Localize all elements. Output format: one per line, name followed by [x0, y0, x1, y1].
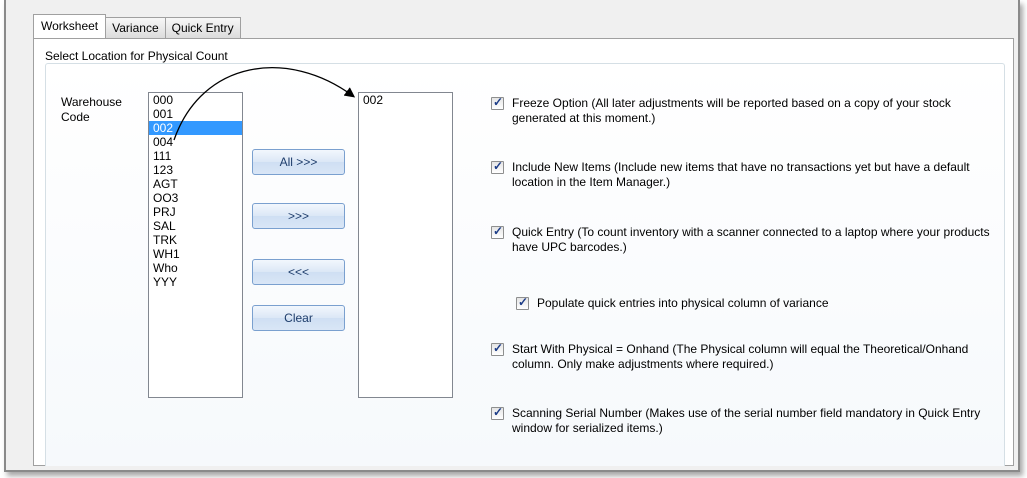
freeze-option[interactable]: ✓ Freeze Option (All later adjustments w…: [491, 95, 991, 126]
checkmark-icon: ✓: [493, 224, 504, 238]
list-item[interactable]: YYY: [149, 275, 242, 289]
include-new-items-option[interactable]: ✓ Include New Items (Include new items t…: [491, 159, 991, 190]
add-all-button[interactable]: All >>>: [252, 149, 345, 175]
source-location-list[interactable]: 000 001 002 004 111 123 AGT OO3 PRJ SAL TRK WH1 Who Y…: [148, 92, 243, 398]
list-item[interactable]: SAL: [149, 219, 242, 233]
list-item[interactable]: 000: [149, 93, 242, 107]
list-item[interactable]: 123: [149, 163, 242, 177]
selected-location-list[interactable]: 002: [358, 92, 453, 398]
list-item[interactable]: 002: [149, 121, 242, 135]
checkmark-icon: ✓: [493, 405, 504, 419]
list-item[interactable]: 002: [359, 93, 452, 107]
add-button[interactable]: >>>: [252, 203, 345, 229]
tab-variance[interactable]: Variance: [105, 17, 166, 38]
tab-strip: Worksheet Variance Quick Entry: [33, 14, 241, 38]
include-new-items-label: Include New Items (Include new items tha…: [512, 160, 970, 189]
remove-button[interactable]: <<<: [252, 259, 345, 285]
list-item[interactable]: OO3: [149, 191, 242, 205]
freeze-option-checkbox[interactable]: ✓: [491, 95, 504, 110]
clear-button[interactable]: Clear: [252, 305, 345, 331]
checkmark-icon: ✓: [493, 341, 504, 355]
list-item[interactable]: Who: [149, 261, 242, 275]
quick-entry-option[interactable]: ✓ Quick Entry (To count inventory with a…: [491, 224, 991, 255]
list-item[interactable]: WH1: [149, 247, 242, 261]
checkmark-icon: ✓: [493, 95, 504, 109]
list-item[interactable]: PRJ: [149, 205, 242, 219]
list-item[interactable]: 004: [149, 135, 242, 149]
tab-worksheet[interactable]: Worksheet: [33, 14, 107, 38]
group-title: Select Location for Physical Count: [45, 49, 228, 63]
freeze-option-label: Freeze Option (All later adjustments wil…: [512, 96, 951, 125]
quick-entry-label: Quick Entry (To count inventory with a s…: [512, 225, 990, 254]
populate-quick-entries-option[interactable]: ✓ Populate quick entries into physical c…: [516, 295, 1016, 311]
start-with-physical-checkbox[interactable]: ✓: [491, 341, 504, 356]
checkmark-icon: ✓: [518, 295, 529, 309]
include-new-items-checkbox[interactable]: ✓: [491, 159, 504, 174]
scanning-serial-number-option[interactable]: ✓ Scanning Serial Number (Makes use of t…: [491, 405, 991, 436]
start-with-physical-label: Start With Physical = Onhand (The Physic…: [512, 342, 969, 371]
scanning-serial-number-label: Scanning Serial Number (Makes use of the…: [512, 406, 981, 435]
worksheet-panel: Select Location for Physical Count Wareh…: [33, 38, 1014, 466]
checkmark-icon: ✓: [493, 159, 504, 173]
start-with-physical-option[interactable]: ✓ Start With Physical = Onhand (The Phys…: [491, 341, 991, 372]
warehouse-code-label: Warehouse Code: [61, 95, 122, 124]
populate-quick-entries-checkbox[interactable]: ✓: [516, 295, 529, 310]
quick-entry-checkbox[interactable]: ✓: [491, 224, 504, 239]
main-window: Worksheet Variance Quick Entry Select Lo…: [4, 0, 1020, 472]
list-item[interactable]: TRK: [149, 233, 242, 247]
list-item[interactable]: AGT: [149, 177, 242, 191]
list-item[interactable]: 001: [149, 107, 242, 121]
list-item[interactable]: 111: [149, 149, 242, 163]
populate-quick-entries-label: Populate quick entries into physical col…: [537, 296, 829, 310]
tab-quick-entry[interactable]: Quick Entry: [164, 17, 241, 38]
scanning-serial-number-checkbox[interactable]: ✓: [491, 405, 504, 420]
